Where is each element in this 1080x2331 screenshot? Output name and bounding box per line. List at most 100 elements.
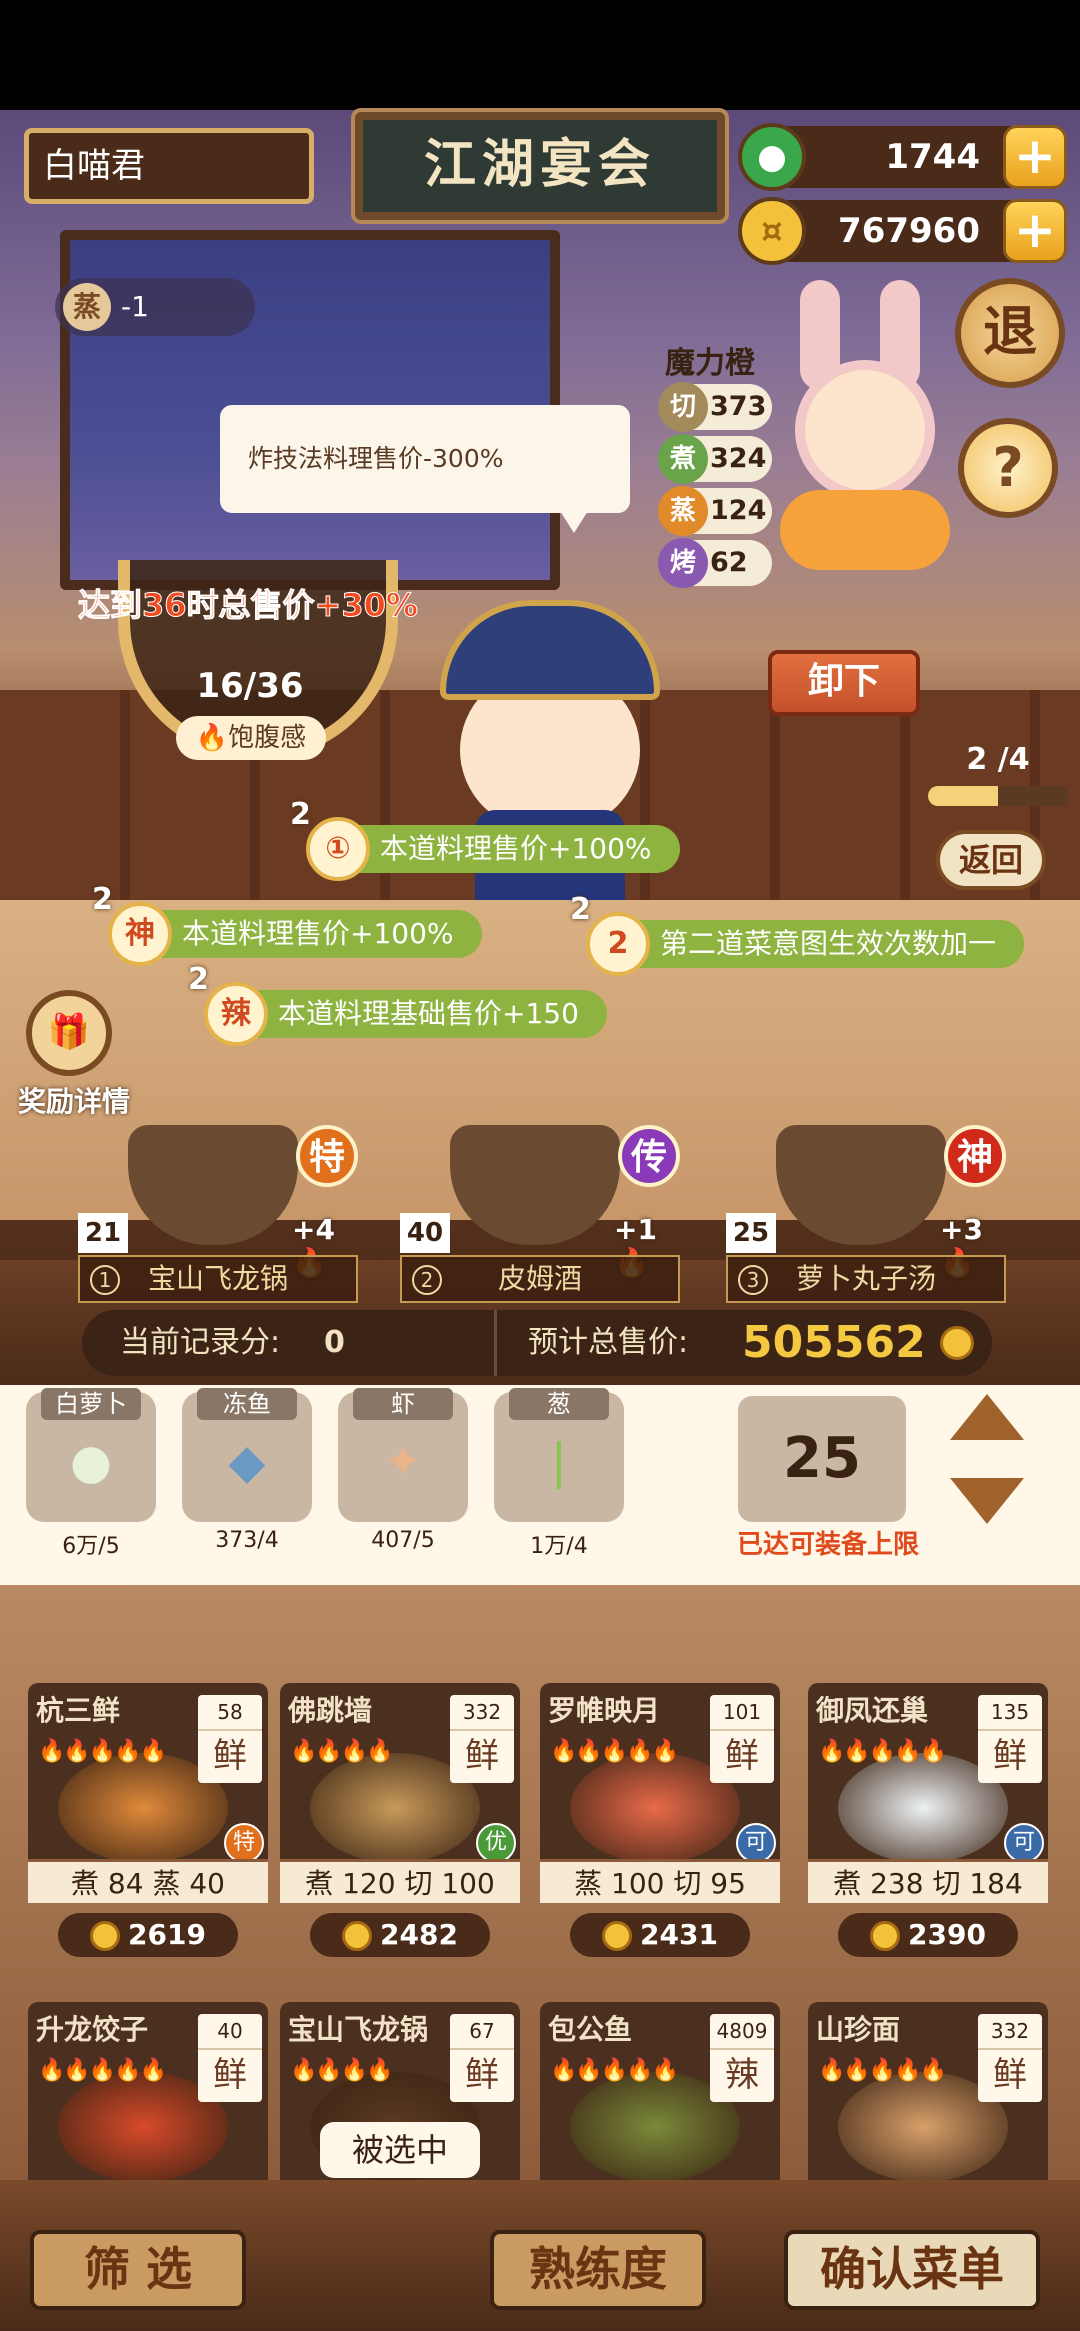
- exit-button[interactable]: 退: [955, 278, 1065, 388]
- ingredient-icon: ◆: [228, 1434, 266, 1490]
- buff-icon: 神: [108, 902, 172, 966]
- dish-badge: 40 鲜: [198, 2014, 262, 2102]
- reward-details-button[interactable]: 🎁 奖励详情: [4, 990, 134, 1120]
- score-divider: [494, 1310, 497, 1376]
- buff-icon: 辣: [204, 982, 268, 1046]
- dish-price: 2431: [570, 1913, 750, 1957]
- event-title: 江湖宴会: [355, 112, 725, 220]
- add-jade-button[interactable]: +: [1003, 125, 1067, 189]
- unload-button[interactable]: 卸下: [768, 650, 920, 716]
- grade-badge: 特: [296, 1125, 358, 1187]
- page-progress-fill: [928, 786, 998, 806]
- ingredient-item[interactable]: 白萝卜 ●: [26, 1388, 156, 1522]
- gift-icon: 🎁: [26, 990, 112, 1076]
- slot-dish-name: 萝卜丸子汤: [795, 1262, 936, 1295]
- dish-badge: 101 鲜: [710, 1695, 774, 1783]
- buff-level: 2: [570, 892, 591, 927]
- dish-name: 御凤还巢: [816, 1694, 929, 1727]
- score-value: 0: [324, 1325, 345, 1360]
- dish-grade-mark: 可: [1004, 1823, 1044, 1863]
- menu-slot-1[interactable]: 特21+4🔥1宝山飞龙锅: [68, 1125, 368, 1305]
- dish-rarity-flames: 🔥🔥🔥🔥: [290, 1739, 394, 1764]
- grade-badge: 传: [618, 1125, 680, 1187]
- jade-icon: ●: [738, 123, 806, 191]
- coin-icon: [342, 1921, 373, 1951]
- dish-badge: 67 鲜: [450, 2014, 514, 2102]
- dish-skills: 蒸 100 切 95: [540, 1859, 780, 1903]
- effect-tooltip: 炸技法料理售价-300%: [220, 405, 630, 533]
- dish-card[interactable]: 佛跳墙 🔥🔥🔥🔥 332 鲜优煮 120 切 100 2482: [280, 1683, 520, 1973]
- page-progress-text: 2 /4: [966, 742, 1030, 777]
- stat-value: 124: [710, 495, 767, 526]
- dish-flavor-tag: 鲜: [710, 1729, 774, 1781]
- buff-text: 本道料理售价+100%: [380, 832, 652, 865]
- bunny-face: [795, 360, 935, 500]
- dish-flavor-tag: 辣: [710, 2048, 774, 2100]
- stat-icon: 蒸: [658, 486, 708, 536]
- menu-slot-3[interactable]: 神25+3🔥3萝卜丸子汤: [716, 1125, 1016, 1305]
- buff-icon: 2: [586, 912, 650, 976]
- dish-skills: 煮 238 切 184: [808, 1859, 1048, 1903]
- ingredient-icon: ●: [70, 1434, 112, 1490]
- ingredient-item[interactable]: 葱 ❘: [494, 1388, 624, 1522]
- dish-rarity-flames: 🔥🔥🔥🔥🔥: [38, 1739, 167, 1764]
- page-progress-bar: [928, 786, 1068, 806]
- help-button[interactable]: ?: [958, 418, 1058, 518]
- stat-icon: 切: [658, 382, 708, 432]
- confirm-menu-button[interactable]: 确认菜单: [784, 2230, 1040, 2310]
- fire-bonus-value: +3: [940, 1213, 983, 1246]
- dish-image: [776, 1125, 946, 1245]
- dish-count: 40: [217, 2019, 243, 2043]
- coin-icon: [940, 1326, 974, 1360]
- character-stat: 蒸 124: [658, 486, 772, 536]
- ingredient-name: 葱: [509, 1388, 609, 1420]
- ingredient-item[interactable]: 冻鱼 ◆: [182, 1388, 312, 1522]
- dish-grade-mark: 特: [224, 1823, 264, 1863]
- ingredient-name: 冻鱼: [197, 1388, 297, 1420]
- satiety-value: 16/36: [196, 666, 304, 706]
- dish-badge: 332 鲜: [978, 2014, 1042, 2102]
- dish-price: 2482: [310, 1913, 490, 1957]
- dish-rarity-flames: 🔥🔥🔥🔥🔥: [550, 2058, 679, 2083]
- dish-count: 101: [722, 1700, 762, 1724]
- chef-hat: [440, 600, 660, 700]
- dish-card[interactable]: 杭三鲜 🔥🔥🔥🔥🔥 58 鲜特煮 84 蒸 40 2619: [28, 1683, 268, 1973]
- dish-image: [128, 1125, 298, 1245]
- buff-effect: 2 ① 本道料理售价+100%: [290, 797, 680, 881]
- coin-icon: [90, 1921, 121, 1951]
- ingredient-icon: ✦: [382, 1434, 424, 1490]
- dish-card[interactable]: 御凤还巢 🔥🔥🔥🔥🔥 135 鲜可煮 238 切 184 2390: [808, 1683, 1048, 1973]
- dish-name: 包公鱼: [548, 2013, 633, 2046]
- increase-arrow-icon[interactable]: [948, 1392, 1026, 1442]
- stat-value: 373: [710, 391, 767, 422]
- dish-name: 杭三鲜: [36, 1694, 121, 1727]
- page-progress: 2 /4: [928, 742, 1068, 806]
- add-coin-button[interactable]: +: [1003, 199, 1067, 263]
- ingredient-item[interactable]: 虾 ✦: [338, 1388, 468, 1522]
- dish-count: 332: [990, 2019, 1030, 2043]
- dish-rarity-flames: 🔥🔥🔥🔥: [290, 2058, 394, 2083]
- satiety-bonus-text: 达到36时总售价+30%: [78, 586, 419, 625]
- dish-grade-mark: 优: [476, 1823, 516, 1863]
- coin-icon: [870, 1921, 901, 1951]
- dish-card[interactable]: 罗帷映月 🔥🔥🔥🔥🔥 101 鲜可蒸 100 切 95 2431: [540, 1683, 780, 1973]
- decrease-arrow-icon[interactable]: [948, 1476, 1026, 1526]
- status-bar: [0, 0, 1080, 110]
- fire-bonus-value: +4: [292, 1213, 335, 1246]
- dish-name: 升龙饺子: [36, 2013, 149, 2046]
- equip-limit-text: 已达可装备上限: [736, 1530, 919, 1560]
- dish-name: 佛跳墙: [288, 1694, 373, 1727]
- dish-price-value: 2390: [908, 1918, 986, 1951]
- score-bar: 当前记录分: 0 预计总售价: 505562: [82, 1310, 992, 1376]
- dish-grade-mark: 可: [736, 1823, 776, 1863]
- filter-button[interactable]: 筛 选: [30, 2230, 246, 2310]
- menu-slot-2[interactable]: 传40+1🔥2皮姆酒: [390, 1125, 690, 1305]
- dish-flavor-tag: 鲜: [198, 1729, 262, 1781]
- ingredient-count: 373/4: [215, 1528, 279, 1553]
- dish-rarity-flames: 🔥🔥🔥🔥🔥: [38, 2058, 167, 2083]
- total-price-label: 预计总售价:: [528, 1325, 689, 1360]
- mastery-button[interactable]: 熟练度: [490, 2230, 706, 2310]
- slot-number: 2: [412, 1265, 442, 1295]
- ingredient-name: 虾: [353, 1388, 453, 1420]
- back-button[interactable]: 返回: [936, 830, 1046, 890]
